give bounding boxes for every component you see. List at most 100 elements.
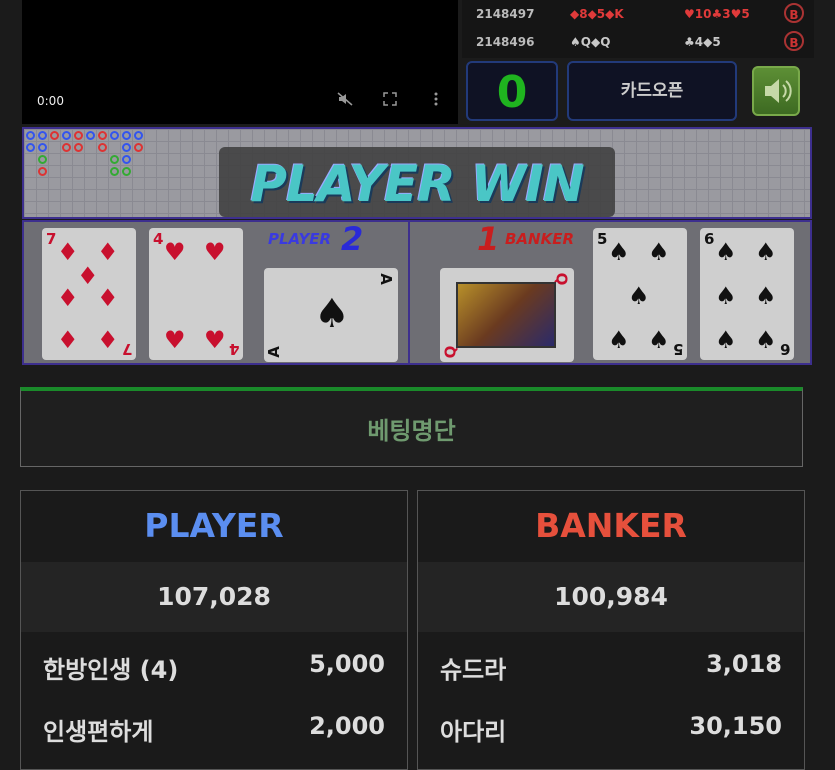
player-card-1: 7 7 ♦ ♦ ♦ ♦ ♦ ♦ ♦: [42, 228, 136, 360]
road-marker: [98, 143, 107, 152]
card-table: 7 7 ♦ ♦ ♦ ♦ ♦ ♦ ♦ 4 4 ♥ ♥ ♥ ♥ PLAYER 2 A…: [22, 220, 812, 365]
video-time: 0:00: [37, 94, 64, 108]
result-banner: PLAYER WIN: [219, 147, 615, 217]
history-row: 2148497 ◆8◆5◆K ♥10♣3♥5 B: [462, 0, 814, 28]
spade-icon: ♠: [755, 326, 777, 354]
heart-icon: ♥: [204, 326, 226, 354]
spade-icon: ♠: [648, 238, 670, 266]
bet-list-header[interactable]: 베팅명단: [20, 387, 803, 467]
bet-row: 인생편하게 2,000: [21, 696, 407, 758]
banker-cards: ♥10♣3♥5: [684, 7, 750, 21]
diamond-icon: ♦: [77, 262, 99, 290]
spade-icon: ♠: [715, 282, 737, 310]
banker-label: BANKER: [505, 230, 575, 248]
road-marker: [122, 131, 131, 140]
road-marker: [122, 143, 131, 152]
bet-amount: 3,018: [706, 650, 782, 678]
card-rank: 7: [121, 340, 132, 358]
bet-row: 아다리 30,150: [418, 696, 804, 758]
bettor-name: 슈드라: [440, 656, 507, 684]
table-divider: [408, 222, 410, 363]
road-marker: [38, 131, 47, 140]
bet-row: 슈드라 3,018: [418, 634, 804, 696]
winner-badge: B: [784, 3, 804, 23]
road-marker: [62, 143, 71, 152]
road-marker: [26, 143, 35, 152]
diamond-icon: ♦: [57, 238, 79, 266]
spade-icon: ♠: [755, 238, 777, 266]
spade-icon: ♠: [715, 326, 737, 354]
diamond-icon: ♦: [97, 284, 119, 312]
spade-icon: ♠: [608, 238, 630, 266]
bet-amount: 2,000: [309, 712, 385, 740]
banker-score: 1: [477, 220, 500, 258]
diamond-icon: ♦: [97, 326, 119, 354]
road-marker: [134, 143, 143, 152]
card-rank: A: [377, 273, 396, 285]
player-cards: ♠Q◆Q: [570, 35, 611, 49]
card-rank: 4: [228, 340, 239, 358]
road-marker: [26, 131, 35, 140]
round-history: 2148497 ◆8◆5◆K ♥10♣3♥5 B 2148496 ♠Q◆Q ♣4…: [462, 0, 814, 58]
road-marker: [50, 131, 59, 140]
card-rank: 6: [704, 230, 715, 248]
road-marker: [86, 131, 95, 140]
spade-icon: ♠: [608, 326, 630, 354]
spade-icon: ♠: [314, 291, 350, 337]
player-card-3: A A ♠: [264, 268, 398, 362]
banker-card-3: 6 6 ♠ ♠ ♠ ♠ ♠ ♠: [700, 228, 794, 360]
player-panel-title: PLAYER: [21, 491, 407, 563]
road-marker: [38, 143, 47, 152]
bet-amount: 5,000: [309, 650, 385, 678]
mute-icon[interactable]: [336, 92, 354, 108]
road-marker: [38, 167, 47, 176]
card-rank: 7: [46, 230, 57, 248]
road-marker: [38, 155, 47, 164]
card-open-button[interactable]: 카드오픈: [567, 61, 737, 121]
winner-badge: B: [784, 31, 804, 51]
diamond-icon: ♦: [57, 284, 79, 312]
countdown-score: 0: [466, 61, 558, 121]
spade-icon: ♠: [628, 282, 650, 310]
heart-icon: ♥: [204, 238, 226, 266]
spade-icon: ♠: [715, 238, 737, 266]
diamond-icon: ♦: [97, 238, 119, 266]
bet-amount: 30,150: [689, 712, 782, 740]
banker-cards: ♣4◆5: [684, 35, 721, 49]
road-marker: [74, 131, 83, 140]
card-rank: A: [264, 346, 283, 358]
player-label: PLAYER: [268, 230, 332, 248]
spade-icon: ♠: [755, 282, 777, 310]
card-rank: 4: [153, 230, 164, 248]
player-score: 2: [341, 220, 364, 258]
road-marker: [110, 131, 119, 140]
road-marker: [62, 131, 71, 140]
road-marker: [74, 143, 83, 152]
card-rank: Q: [552, 272, 571, 286]
road-marker: [122, 155, 131, 164]
road-marker: [98, 131, 107, 140]
card-rank: 6: [779, 340, 790, 358]
round-id: 2148497: [476, 7, 535, 21]
road-marker: [110, 167, 119, 176]
player-total: 107,028: [21, 562, 407, 632]
video-player[interactable]: 0:00: [22, 0, 458, 124]
banker-bets-panel: BANKER 100,984 슈드라 3,018 아다리 30,150: [417, 490, 805, 770]
road-marker: [110, 155, 119, 164]
fullscreen-icon[interactable]: [381, 92, 399, 108]
result-banner-text: PLAYER WIN: [250, 155, 584, 213]
road-marker: [134, 131, 143, 140]
banker-panel-title: BANKER: [418, 491, 804, 563]
banker-card-2: 5 5 ♠ ♠ ♠ ♠ ♠: [593, 228, 687, 360]
history-row: 2148496 ♠Q◆Q ♣4◆5 B: [462, 28, 814, 56]
bettor-name: 아다리: [440, 718, 507, 746]
queen-face-icon: [456, 282, 556, 348]
player-cards: ◆8◆5◆K: [570, 7, 624, 21]
bet-list-title: 베팅명단: [367, 417, 456, 445]
round-id: 2148496: [476, 35, 535, 49]
heart-icon: ♥: [164, 238, 186, 266]
spade-icon: ♠: [648, 326, 670, 354]
speaker-icon[interactable]: [752, 66, 800, 116]
more-icon[interactable]: [427, 92, 445, 108]
bettor-name: 인생편하게: [43, 718, 154, 746]
